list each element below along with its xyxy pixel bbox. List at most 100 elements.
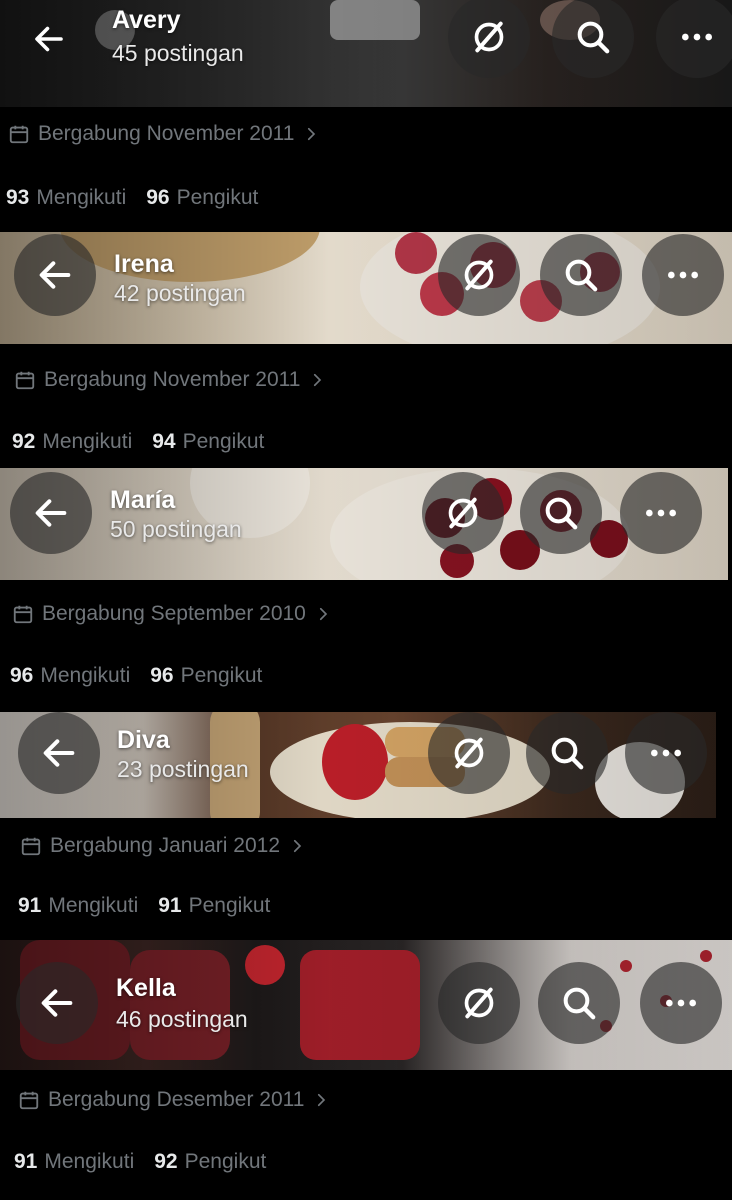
join-date-text: Bergabung Januari 2012 bbox=[50, 834, 281, 857]
more-dots-icon bbox=[646, 509, 676, 517]
more-button[interactable] bbox=[625, 712, 707, 794]
following-count[interactable]: 93 bbox=[6, 186, 29, 210]
slashed-circle-icon bbox=[464, 987, 494, 1019]
more-dots-icon bbox=[666, 999, 696, 1007]
following-label[interactable]: Mengikuti bbox=[48, 894, 138, 918]
profile-name: Diva bbox=[117, 726, 170, 754]
more-button[interactable] bbox=[620, 472, 702, 554]
follow-stats: 92 Mengikuti 94 Pengikut bbox=[12, 430, 284, 454]
followers-label[interactable]: Pengikut bbox=[183, 430, 265, 454]
followers-count[interactable]: 96 bbox=[146, 186, 169, 210]
slashed-circle-icon bbox=[448, 497, 478, 529]
post-count: 42 postingan bbox=[114, 280, 246, 306]
calendar-icon bbox=[13, 605, 33, 624]
following-count[interactable]: 92 bbox=[12, 430, 35, 454]
arrow-left-icon bbox=[35, 499, 67, 527]
join-date-text: Bergabung September 2010 bbox=[42, 602, 306, 625]
grok-button[interactable] bbox=[422, 472, 504, 554]
follow-stats: 93 Mengikuti 96 Pengikut bbox=[6, 186, 278, 210]
following-label[interactable]: Mengikuti bbox=[40, 664, 130, 688]
grok-button[interactable] bbox=[428, 712, 510, 794]
join-date-link[interactable]: Bergabung Januari 2012 bbox=[20, 834, 306, 858]
followers-count[interactable]: 96 bbox=[150, 664, 173, 688]
profile-name: Irena bbox=[114, 250, 174, 278]
profile-banner bbox=[0, 712, 716, 818]
followers-label[interactable]: Pengikut bbox=[185, 1150, 267, 1174]
chevron-right-icon bbox=[314, 373, 322, 387]
back-button[interactable] bbox=[18, 712, 100, 794]
follow-stats: 96 Mengikuti 96 Pengikut bbox=[10, 664, 282, 688]
follow-stats: 91 Mengikuti 92 Pengikut bbox=[14, 1150, 286, 1174]
slashed-circle-icon bbox=[474, 21, 504, 53]
calendar-icon bbox=[19, 1091, 39, 1110]
arrow-left-icon bbox=[39, 261, 71, 289]
search-icon bbox=[551, 737, 584, 770]
calendar-icon bbox=[21, 837, 41, 856]
following-count[interactable]: 96 bbox=[10, 664, 33, 688]
search-button[interactable] bbox=[540, 234, 622, 316]
back-button[interactable] bbox=[14, 234, 96, 316]
calendar-icon bbox=[9, 125, 29, 144]
search-button[interactable] bbox=[526, 712, 608, 794]
join-date-text: Bergabung November 2011 bbox=[38, 122, 295, 145]
followers-label[interactable]: Pengikut bbox=[181, 664, 263, 688]
followers-count[interactable]: 91 bbox=[158, 894, 181, 918]
search-button[interactable] bbox=[520, 472, 602, 554]
join-date-link[interactable]: Bergabung November 2011 bbox=[8, 122, 320, 146]
search-icon bbox=[563, 987, 596, 1020]
search-icon bbox=[577, 21, 610, 54]
follow-stats: 91 Mengikuti 91 Pengikut bbox=[18, 894, 290, 918]
profile-card-kella: Kella 46 postingan Bergabung Desember 20… bbox=[0, 940, 732, 1200]
join-date-link[interactable]: Bergabung Desember 2011 bbox=[18, 1088, 330, 1112]
more-dots-icon bbox=[682, 33, 712, 41]
post-count: 50 postingan bbox=[110, 516, 242, 542]
profile-card-avery: Avery 45 postingan Bergabung November 20… bbox=[0, 0, 732, 232]
join-date-link[interactable]: Bergabung September 2010 bbox=[12, 602, 332, 626]
post-count: 46 postingan bbox=[116, 1006, 248, 1032]
arrow-left-icon bbox=[43, 739, 75, 767]
back-button[interactable] bbox=[8, 0, 90, 78]
post-count: 45 postingan bbox=[112, 40, 244, 66]
post-count: 23 postingan bbox=[117, 756, 249, 782]
arrow-left-icon bbox=[35, 26, 63, 52]
followers-count[interactable]: 94 bbox=[152, 430, 175, 454]
search-button[interactable] bbox=[538, 962, 620, 1044]
profile-banner bbox=[0, 232, 732, 344]
following-count[interactable]: 91 bbox=[18, 894, 41, 918]
followers-label[interactable]: Pengikut bbox=[189, 894, 271, 918]
chevron-right-icon bbox=[308, 127, 316, 141]
following-label[interactable]: Mengikuti bbox=[36, 186, 126, 210]
followers-count[interactable]: 92 bbox=[154, 1150, 177, 1174]
back-button[interactable] bbox=[10, 472, 92, 554]
more-button[interactable] bbox=[640, 962, 722, 1044]
slashed-circle-icon bbox=[454, 737, 484, 769]
profile-card-diva: Diva 23 postingan Bergabung Januari 2012… bbox=[0, 712, 732, 950]
profile-name: Avery bbox=[112, 6, 181, 34]
chevron-right-icon bbox=[319, 607, 328, 621]
following-count[interactable]: 91 bbox=[14, 1150, 37, 1174]
slashed-circle-icon bbox=[464, 259, 494, 291]
arrow-left-icon bbox=[41, 989, 73, 1017]
back-button[interactable] bbox=[16, 962, 98, 1044]
search-icon bbox=[565, 259, 598, 292]
following-label[interactable]: Mengikuti bbox=[44, 1150, 134, 1174]
join-date-link[interactable]: Bergabung November 2011 bbox=[14, 368, 326, 392]
more-dots-icon bbox=[651, 749, 681, 757]
search-icon bbox=[545, 497, 578, 530]
join-date-text: Bergabung Desember 2011 bbox=[48, 1088, 305, 1111]
profile-banner bbox=[0, 940, 732, 1070]
grok-button[interactable] bbox=[438, 962, 520, 1044]
grok-button[interactable] bbox=[438, 234, 520, 316]
followers-label[interactable]: Pengikut bbox=[177, 186, 259, 210]
chevron-right-icon bbox=[293, 839, 302, 853]
profile-card-irena: Irena 42 postingan Bergabung November 20… bbox=[0, 232, 732, 468]
more-button[interactable] bbox=[656, 0, 732, 78]
chevron-right-icon bbox=[318, 1093, 326, 1107]
profile-name: María bbox=[110, 486, 176, 514]
more-dots-icon bbox=[668, 271, 698, 279]
profile-card-maria: María 50 postingan Bergabung September 2… bbox=[0, 468, 732, 712]
following-label[interactable]: Mengikuti bbox=[42, 430, 132, 454]
more-button[interactable] bbox=[642, 234, 724, 316]
profile-name: Kella bbox=[116, 974, 176, 1002]
calendar-icon bbox=[15, 371, 35, 390]
